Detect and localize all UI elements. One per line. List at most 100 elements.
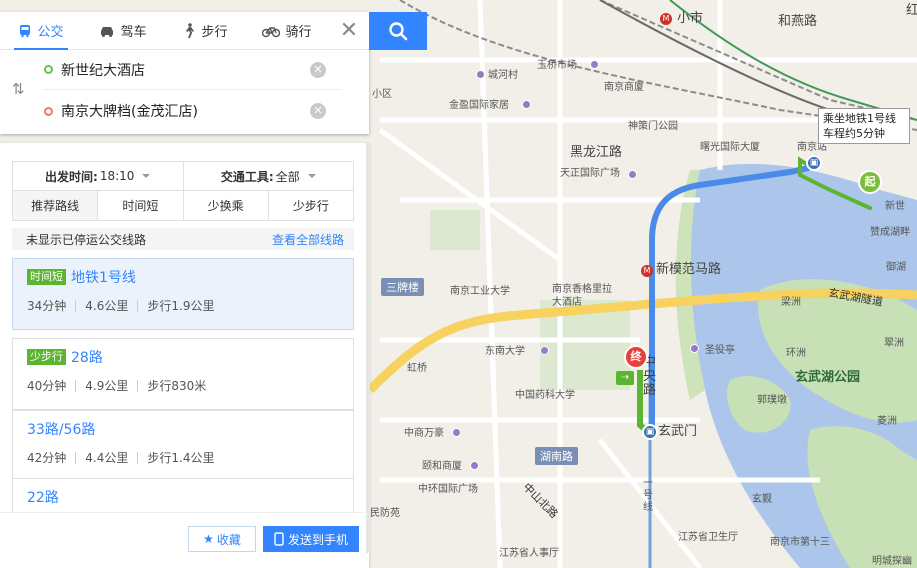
car-icon — [101, 26, 114, 37]
route-name: 地铁1号线 — [71, 270, 136, 286]
tab-label: 驾车 — [120, 25, 147, 40]
route-option[interactable]: 少步行 28路 40分钟 4.9公里 步行830米 — [12, 338, 354, 410]
tab-label: 骑行 — [285, 25, 312, 40]
route-time: 34分钟 — [27, 299, 67, 313]
tool-label: 交通工具: — [220, 169, 274, 184]
route-name: 22路 — [27, 490, 59, 506]
map-label: 明城探幽 — [872, 556, 912, 567]
bike-icon — [262, 26, 281, 37]
search-icon — [389, 22, 408, 41]
map-label: 梁洲 — [781, 297, 801, 308]
destination-field[interactable]: 南京大牌档(金茂汇店) ✕ — [42, 91, 342, 131]
route-walk: 步行1.4公里 — [147, 451, 215, 465]
map-label: 和燕路 — [778, 14, 818, 29]
subway-station-icon[interactable]: ▣ — [642, 424, 658, 440]
send-to-phone-button[interactable]: 发送到手机 — [263, 526, 359, 552]
map-label: 御湖 — [886, 262, 906, 273]
map-label: 颐和商厦 — [422, 461, 462, 472]
start-marker[interactable]: 起 — [858, 170, 882, 194]
origin-field[interactable]: 新世纪大酒店 ✕ — [42, 50, 342, 90]
notice-text: 未显示已停运公交线路 — [26, 232, 147, 247]
map-label: 翠洲 — [884, 338, 904, 349]
map-label: 天正国际广场 — [560, 168, 620, 179]
subway-station-icon[interactable]: ▣ — [806, 155, 822, 171]
route-fields: ⇅ 新世纪大酒店 ✕ 南京大牌档(金茂汇店) ✕ — [0, 50, 369, 134]
map-label: 南京香格里拉 — [552, 284, 612, 295]
map-label: 玄武湖公园 — [795, 370, 861, 385]
map-label: 神策门公园 — [628, 121, 678, 132]
map-label: 黑龙江路 — [570, 145, 623, 160]
map-label: 环洲 — [786, 348, 806, 359]
map-label: 民防苑 — [370, 508, 400, 519]
route-tag: 少步行 — [27, 349, 66, 365]
map-label: 金盈国际家居 — [449, 100, 509, 111]
map-label: 玉桥市场 — [537, 60, 577, 71]
route-result-panel: 出发时间: 18:10 交通工具: 全部 推荐路线 时间短 少换乘 少步行 未显… — [0, 143, 369, 568]
clear-destination-icon[interactable]: ✕ — [310, 103, 326, 119]
phone-icon — [274, 532, 284, 546]
route-option[interactable]: 33路/56路 42分钟 4.4公里 步行1.4公里 — [12, 410, 354, 482]
transport-tool-select[interactable]: 交通工具: 全部 — [182, 162, 354, 190]
destination-dot-icon — [44, 106, 53, 116]
poi-icon — [452, 428, 461, 437]
tab-bus[interactable]: 公交 — [0, 12, 82, 50]
map-label: 大酒店 — [552, 297, 582, 308]
view-all-lines-link[interactable]: 查看全部线路 — [272, 231, 344, 248]
tab-bike[interactable]: 骑行 — [246, 12, 328, 49]
route-search-card: 公交 驾车 步行 骑行 ✕ ⇅ 新世纪大酒店 ✕ 南京大牌档(金茂汇店) ✕ — [0, 12, 369, 134]
poi-icon — [470, 461, 479, 470]
poi-icon — [522, 100, 531, 109]
walk-segment-icon: ⇢ — [616, 371, 634, 385]
clear-origin-icon[interactable]: ✕ — [310, 61, 326, 78]
tab-shortest-time[interactable]: 时间短 — [97, 191, 182, 220]
poi-icon — [628, 170, 637, 179]
tab-recommended[interactable]: 推荐路线 — [13, 191, 98, 220]
end-marker[interactable]: 终 — [624, 345, 648, 369]
tab-walk[interactable]: 步行 — [164, 12, 246, 49]
send-label: 发送到手机 — [287, 532, 348, 547]
route-walk: 步行830米 — [147, 379, 207, 393]
map-label: 红 — [906, 3, 917, 18]
tab-drive[interactable]: 驾车 — [82, 12, 164, 49]
panel-footer: ★ 收藏 发送到手机 — [0, 512, 369, 568]
tab-label: 步行 — [201, 25, 228, 40]
route-time: 40分钟 — [27, 379, 67, 393]
poi-icon — [540, 346, 549, 355]
route-option[interactable]: 时间短 地铁1号线 34分钟 4.6公里 步行1.9公里 — [12, 258, 354, 330]
map-label: 江苏省卫生厅 — [678, 532, 738, 543]
close-icon[interactable]: ✕ — [329, 12, 369, 49]
map-label: 郭璞墩 — [757, 395, 787, 406]
poi-icon — [690, 344, 699, 353]
map-label: 中商万豪 — [404, 428, 444, 439]
favorite-button[interactable]: ★ 收藏 — [188, 526, 256, 552]
destination-value: 南京大牌档(金茂汇店) — [61, 104, 198, 120]
tab-less-walking[interactable]: 少步行 — [267, 191, 353, 220]
map-label: 曙光国际大厦 — [700, 142, 760, 153]
bus-icon — [20, 24, 31, 37]
map-label: 南京工业大学 — [450, 286, 510, 297]
depart-value: 18:10 — [99, 169, 135, 183]
filter-row: 出发时间: 18:10 交通工具: 全部 — [12, 161, 354, 191]
map-label: 一号线 — [643, 478, 653, 513]
map-label: 赞成湖畔 — [870, 227, 910, 238]
depart-time-select[interactable]: 出发时间: 18:10 — [13, 162, 183, 190]
map-label: 城河村 — [488, 70, 518, 81]
origin-value: 新世纪大酒店 — [61, 62, 145, 79]
chevron-down-icon — [307, 174, 316, 178]
tab-fewer-transfers[interactable]: 少换乘 — [182, 191, 268, 220]
map-label: 虹桥 — [407, 363, 427, 374]
poi-icon — [590, 60, 599, 69]
map-label: 玄武门 — [658, 424, 698, 439]
route-distance: 4.9公里 — [85, 379, 129, 393]
map-label: 江苏省人事厅 — [499, 548, 559, 559]
notice-row: 未显示已停运公交线路 查看全部线路 — [12, 228, 354, 250]
search-button[interactable] — [369, 12, 427, 50]
route-distance: 4.6公里 — [85, 299, 129, 313]
map-label: 中国药科大学 — [515, 390, 575, 401]
transport-mode-tabs: 公交 驾车 步行 骑行 ✕ — [0, 12, 369, 50]
poi-icon — [476, 70, 485, 79]
result-scrollbar[interactable] — [366, 143, 370, 553]
route-distance: 4.4公里 — [85, 451, 129, 465]
swap-icon[interactable]: ⇅ — [12, 80, 25, 98]
map-label: 玄觐 — [752, 494, 772, 505]
